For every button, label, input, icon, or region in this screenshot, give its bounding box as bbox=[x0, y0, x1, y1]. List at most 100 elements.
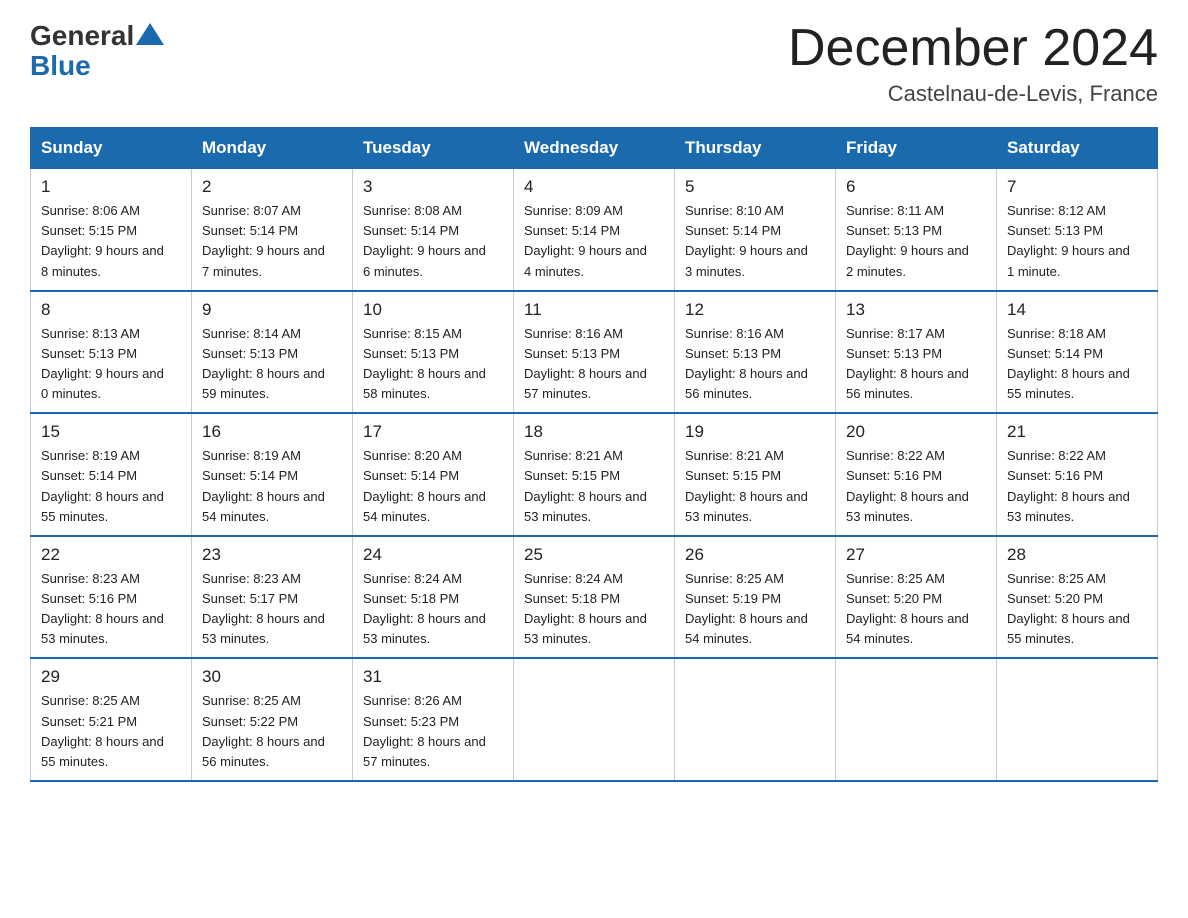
day-info: Sunrise: 8:25 AM Sunset: 5:22 PM Dayligh… bbox=[202, 691, 342, 772]
day-info: Sunrise: 8:06 AM Sunset: 5:15 PM Dayligh… bbox=[41, 201, 181, 282]
day-info: Sunrise: 8:26 AM Sunset: 5:23 PM Dayligh… bbox=[363, 691, 503, 772]
day-info: Sunrise: 8:10 AM Sunset: 5:14 PM Dayligh… bbox=[685, 201, 825, 282]
weekday-header-saturday: Saturday bbox=[997, 128, 1158, 169]
weekday-header-monday: Monday bbox=[192, 128, 353, 169]
day-number: 14 bbox=[1007, 300, 1147, 320]
day-number: 9 bbox=[202, 300, 342, 320]
logo: General Blue bbox=[30, 20, 164, 82]
calendar-cell: 20 Sunrise: 8:22 AM Sunset: 5:16 PM Dayl… bbox=[836, 413, 997, 536]
calendar-cell: 19 Sunrise: 8:21 AM Sunset: 5:15 PM Dayl… bbox=[675, 413, 836, 536]
day-info: Sunrise: 8:22 AM Sunset: 5:16 PM Dayligh… bbox=[1007, 446, 1147, 527]
calendar-cell: 29 Sunrise: 8:25 AM Sunset: 5:21 PM Dayl… bbox=[31, 658, 192, 781]
weekday-header-wednesday: Wednesday bbox=[514, 128, 675, 169]
day-info: Sunrise: 8:16 AM Sunset: 5:13 PM Dayligh… bbox=[685, 324, 825, 405]
day-number: 10 bbox=[363, 300, 503, 320]
day-info: Sunrise: 8:16 AM Sunset: 5:13 PM Dayligh… bbox=[524, 324, 664, 405]
weekday-header-sunday: Sunday bbox=[31, 128, 192, 169]
week-row-1: 1 Sunrise: 8:06 AM Sunset: 5:15 PM Dayli… bbox=[31, 169, 1158, 291]
calendar-cell: 2 Sunrise: 8:07 AM Sunset: 5:14 PM Dayli… bbox=[192, 169, 353, 291]
calendar-body: 1 Sunrise: 8:06 AM Sunset: 5:15 PM Dayli… bbox=[31, 169, 1158, 781]
day-info: Sunrise: 8:15 AM Sunset: 5:13 PM Dayligh… bbox=[363, 324, 503, 405]
calendar-table: SundayMondayTuesdayWednesdayThursdayFrid… bbox=[30, 127, 1158, 782]
calendar-cell: 17 Sunrise: 8:20 AM Sunset: 5:14 PM Dayl… bbox=[353, 413, 514, 536]
day-info: Sunrise: 8:07 AM Sunset: 5:14 PM Dayligh… bbox=[202, 201, 342, 282]
day-number: 23 bbox=[202, 545, 342, 565]
day-number: 25 bbox=[524, 545, 664, 565]
day-info: Sunrise: 8:21 AM Sunset: 5:15 PM Dayligh… bbox=[524, 446, 664, 527]
day-number: 17 bbox=[363, 422, 503, 442]
calendar-cell: 30 Sunrise: 8:25 AM Sunset: 5:22 PM Dayl… bbox=[192, 658, 353, 781]
day-info: Sunrise: 8:13 AM Sunset: 5:13 PM Dayligh… bbox=[41, 324, 181, 405]
calendar-cell bbox=[997, 658, 1158, 781]
calendar-cell: 15 Sunrise: 8:19 AM Sunset: 5:14 PM Dayl… bbox=[31, 413, 192, 536]
calendar-cell bbox=[514, 658, 675, 781]
day-info: Sunrise: 8:25 AM Sunset: 5:19 PM Dayligh… bbox=[685, 569, 825, 650]
calendar-cell: 28 Sunrise: 8:25 AM Sunset: 5:20 PM Dayl… bbox=[997, 536, 1158, 659]
day-info: Sunrise: 8:14 AM Sunset: 5:13 PM Dayligh… bbox=[202, 324, 342, 405]
day-info: Sunrise: 8:25 AM Sunset: 5:20 PM Dayligh… bbox=[846, 569, 986, 650]
week-row-2: 8 Sunrise: 8:13 AM Sunset: 5:13 PM Dayli… bbox=[31, 291, 1158, 414]
calendar-cell: 13 Sunrise: 8:17 AM Sunset: 5:13 PM Dayl… bbox=[836, 291, 997, 414]
logo-blue-text: Blue bbox=[30, 50, 164, 82]
calendar-cell bbox=[836, 658, 997, 781]
day-number: 6 bbox=[846, 177, 986, 197]
calendar-cell: 4 Sunrise: 8:09 AM Sunset: 5:14 PM Dayli… bbox=[514, 169, 675, 291]
calendar-cell: 16 Sunrise: 8:19 AM Sunset: 5:14 PM Dayl… bbox=[192, 413, 353, 536]
day-number: 2 bbox=[202, 177, 342, 197]
location-text: Castelnau-de-Levis, France bbox=[788, 81, 1158, 107]
day-number: 16 bbox=[202, 422, 342, 442]
day-info: Sunrise: 8:20 AM Sunset: 5:14 PM Dayligh… bbox=[363, 446, 503, 527]
day-number: 18 bbox=[524, 422, 664, 442]
day-info: Sunrise: 8:24 AM Sunset: 5:18 PM Dayligh… bbox=[524, 569, 664, 650]
day-number: 19 bbox=[685, 422, 825, 442]
day-info: Sunrise: 8:09 AM Sunset: 5:14 PM Dayligh… bbox=[524, 201, 664, 282]
day-info: Sunrise: 8:23 AM Sunset: 5:17 PM Dayligh… bbox=[202, 569, 342, 650]
day-number: 26 bbox=[685, 545, 825, 565]
day-number: 24 bbox=[363, 545, 503, 565]
day-number: 30 bbox=[202, 667, 342, 687]
calendar-cell: 9 Sunrise: 8:14 AM Sunset: 5:13 PM Dayli… bbox=[192, 291, 353, 414]
calendar-cell: 23 Sunrise: 8:23 AM Sunset: 5:17 PM Dayl… bbox=[192, 536, 353, 659]
calendar-cell: 14 Sunrise: 8:18 AM Sunset: 5:14 PM Dayl… bbox=[997, 291, 1158, 414]
calendar-cell: 11 Sunrise: 8:16 AM Sunset: 5:13 PM Dayl… bbox=[514, 291, 675, 414]
day-info: Sunrise: 8:24 AM Sunset: 5:18 PM Dayligh… bbox=[363, 569, 503, 650]
day-number: 22 bbox=[41, 545, 181, 565]
calendar-cell bbox=[675, 658, 836, 781]
calendar-cell: 8 Sunrise: 8:13 AM Sunset: 5:13 PM Dayli… bbox=[31, 291, 192, 414]
day-info: Sunrise: 8:12 AM Sunset: 5:13 PM Dayligh… bbox=[1007, 201, 1147, 282]
calendar-cell: 12 Sunrise: 8:16 AM Sunset: 5:13 PM Dayl… bbox=[675, 291, 836, 414]
day-info: Sunrise: 8:19 AM Sunset: 5:14 PM Dayligh… bbox=[41, 446, 181, 527]
day-number: 31 bbox=[363, 667, 503, 687]
day-number: 12 bbox=[685, 300, 825, 320]
calendar-cell: 7 Sunrise: 8:12 AM Sunset: 5:13 PM Dayli… bbox=[997, 169, 1158, 291]
day-number: 7 bbox=[1007, 177, 1147, 197]
day-number: 27 bbox=[846, 545, 986, 565]
day-number: 13 bbox=[846, 300, 986, 320]
day-number: 3 bbox=[363, 177, 503, 197]
calendar-cell: 31 Sunrise: 8:26 AM Sunset: 5:23 PM Dayl… bbox=[353, 658, 514, 781]
weekday-header-friday: Friday bbox=[836, 128, 997, 169]
day-number: 15 bbox=[41, 422, 181, 442]
day-info: Sunrise: 8:18 AM Sunset: 5:14 PM Dayligh… bbox=[1007, 324, 1147, 405]
day-number: 4 bbox=[524, 177, 664, 197]
day-number: 21 bbox=[1007, 422, 1147, 442]
day-info: Sunrise: 8:21 AM Sunset: 5:15 PM Dayligh… bbox=[685, 446, 825, 527]
day-info: Sunrise: 8:19 AM Sunset: 5:14 PM Dayligh… bbox=[202, 446, 342, 527]
calendar-cell: 5 Sunrise: 8:10 AM Sunset: 5:14 PM Dayli… bbox=[675, 169, 836, 291]
weekday-header-thursday: Thursday bbox=[675, 128, 836, 169]
calendar-cell: 10 Sunrise: 8:15 AM Sunset: 5:13 PM Dayl… bbox=[353, 291, 514, 414]
calendar-cell: 1 Sunrise: 8:06 AM Sunset: 5:15 PM Dayli… bbox=[31, 169, 192, 291]
day-info: Sunrise: 8:22 AM Sunset: 5:16 PM Dayligh… bbox=[846, 446, 986, 527]
logo-general-text: General bbox=[30, 20, 134, 52]
calendar-cell: 18 Sunrise: 8:21 AM Sunset: 5:15 PM Dayl… bbox=[514, 413, 675, 536]
week-row-4: 22 Sunrise: 8:23 AM Sunset: 5:16 PM Dayl… bbox=[31, 536, 1158, 659]
day-info: Sunrise: 8:17 AM Sunset: 5:13 PM Dayligh… bbox=[846, 324, 986, 405]
page-header: General Blue December 2024 Castelnau-de-… bbox=[30, 20, 1158, 107]
day-number: 8 bbox=[41, 300, 181, 320]
day-info: Sunrise: 8:23 AM Sunset: 5:16 PM Dayligh… bbox=[41, 569, 181, 650]
calendar-cell: 24 Sunrise: 8:24 AM Sunset: 5:18 PM Dayl… bbox=[353, 536, 514, 659]
day-info: Sunrise: 8:08 AM Sunset: 5:14 PM Dayligh… bbox=[363, 201, 503, 282]
day-number: 28 bbox=[1007, 545, 1147, 565]
weekday-header-row: SundayMondayTuesdayWednesdayThursdayFrid… bbox=[31, 128, 1158, 169]
calendar-cell: 27 Sunrise: 8:25 AM Sunset: 5:20 PM Dayl… bbox=[836, 536, 997, 659]
